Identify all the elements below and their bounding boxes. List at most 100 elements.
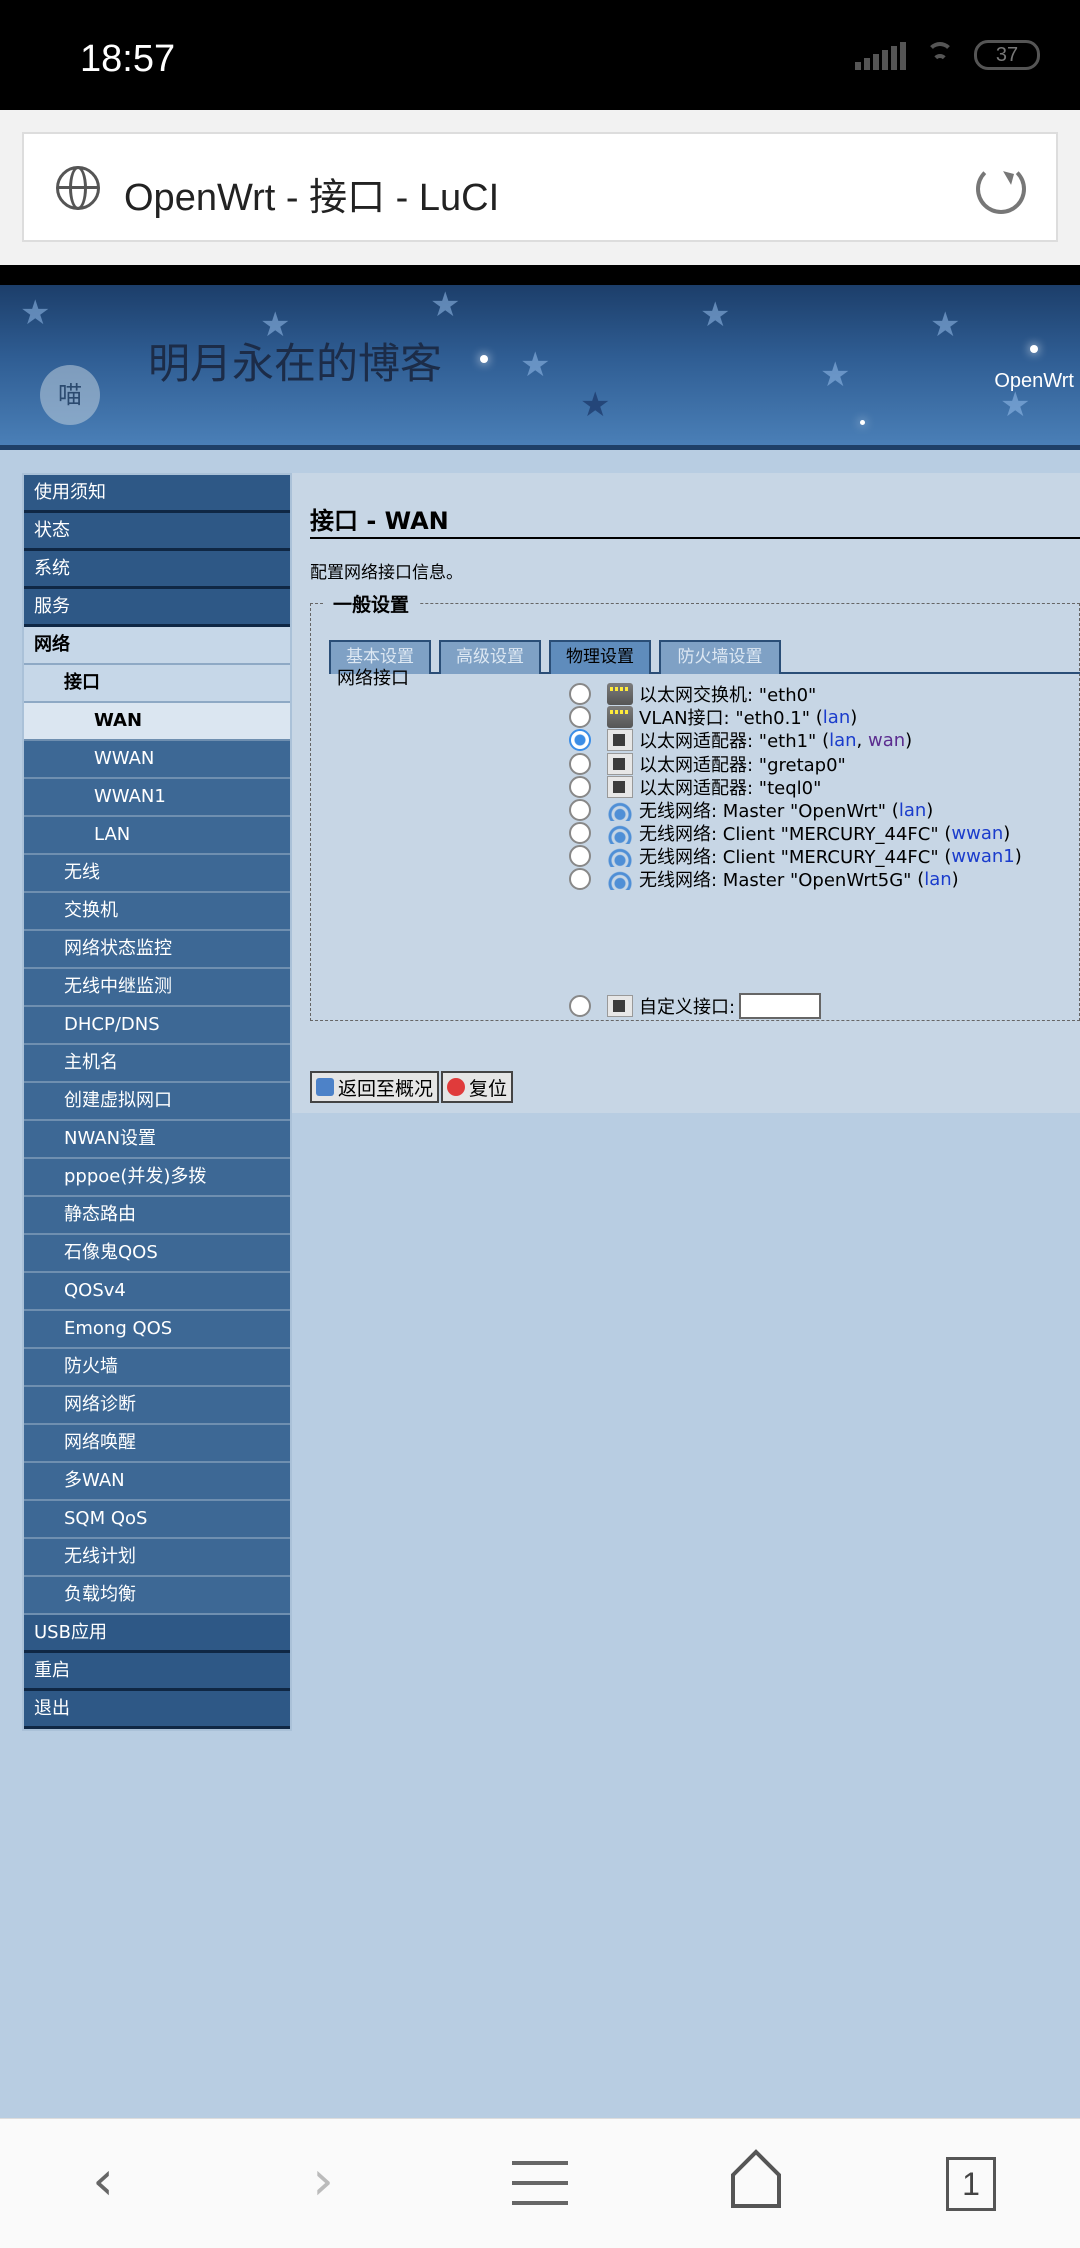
sidebar-item[interactable]: pppoe(并发)多拨 — [24, 1159, 290, 1197]
network-link[interactable]: wan — [868, 730, 905, 751]
blog-title: 明月永在的博客 — [148, 339, 443, 388]
section-legend: 一般设置 — [323, 590, 420, 617]
sidebar-item[interactable]: SQM QoS — [24, 1501, 290, 1539]
clock: 18:57 — [80, 38, 176, 80]
sidebar-item[interactable]: 网络诊断 — [24, 1387, 290, 1425]
sidebar-item[interactable]: 无线计划 — [24, 1539, 290, 1577]
sidebar-item[interactable]: 服务 — [24, 589, 290, 627]
header-banner: ★ ★ ★ ★ ★ ★ ★ ★ ★ 喵 明月永在的博客 OpenWrt — [0, 285, 1080, 450]
sparkle — [480, 355, 488, 363]
custom-interface-label: 自定义接口: — [639, 997, 736, 1018]
sidebar-item[interactable]: Emong QOS — [24, 1311, 290, 1349]
sidebar-item[interactable]: 退出 — [24, 1691, 290, 1729]
browser-bottom-nav: ‹ › 1 — [0, 2118, 1080, 2248]
star-icon: ★ — [820, 355, 851, 395]
menu-icon[interactable] — [512, 2161, 568, 2205]
star-icon: ★ — [520, 345, 551, 385]
page-heading: 接口 - WAN — [310, 507, 449, 535]
sidebar-item[interactable]: 交换机 — [24, 893, 290, 931]
sidebar-item[interactable]: NWAN设置 — [24, 1121, 290, 1159]
back-to-overview-button[interactable]: 返回至概况 — [310, 1071, 440, 1103]
settings-tabs: 基本设置 高级设置 物理设置 防火墙设置 — [329, 640, 1080, 674]
wireless-icon — [607, 868, 633, 890]
network-link[interactable]: wwan1 — [951, 846, 1014, 867]
sparkle — [1030, 345, 1038, 353]
signal-icon — [855, 40, 906, 70]
sidebar-item[interactable]: 主机名 — [24, 1045, 290, 1083]
sidebar-item[interactable]: WAN — [24, 703, 290, 741]
general-settings-section: 一般设置 基本设置 高级设置 物理设置 防火墙设置 网络接口 以太网交换机: "… — [310, 590, 1080, 1021]
back-icon[interactable]: ‹ — [68, 2149, 138, 2219]
network-interface-label: 网络接口 — [337, 668, 409, 689]
sidebar-item[interactable]: 多WAN — [24, 1463, 290, 1501]
reset-button-label: 复位 — [469, 1077, 508, 1100]
main-content: 接口 - WAN 配置网络接口信息。 一般设置 基本设置 高级设置 物理设置 防… — [292, 473, 1080, 1113]
sidebar-item[interactable]: 状态 — [24, 513, 290, 551]
sidebar-item[interactable]: 静态路由 — [24, 1197, 290, 1235]
star-icon: ★ — [580, 385, 611, 425]
sidebar-item[interactable]: 负载均衡 — [24, 1577, 290, 1615]
cat-logo: 喵 — [40, 365, 100, 425]
sidebar-item[interactable]: LAN — [24, 817, 290, 855]
reset-button[interactable]: 复位 — [441, 1071, 514, 1103]
page-body: 使用须知 状态 系统 服务 网络 接口 WAN WWAN WWAN1 LAN 无线 交换机 网络状态监控… — [0, 455, 1080, 2118]
network-link[interactable]: lan — [829, 730, 856, 751]
sidebar-item[interactable]: 重启 — [24, 1653, 290, 1691]
sidebar-item[interactable]: 防火墙 — [24, 1349, 290, 1387]
sidebar-item[interactable]: WWAN — [24, 741, 290, 779]
forward-icon[interactable]: › — [288, 2149, 358, 2219]
interface-radio[interactable] — [569, 729, 591, 751]
network-tags: (lan) — [911, 868, 959, 890]
tab-firewall[interactable]: 防火墙设置 — [659, 640, 781, 674]
wifi-icon — [920, 40, 960, 70]
tab-physical[interactable]: 物理设置 — [549, 640, 651, 674]
sparkle — [860, 420, 865, 425]
network-tags: (lan, wan) — [816, 729, 913, 751]
sidebar-item[interactable]: 创建虚拟网口 — [24, 1083, 290, 1121]
battery-icon: 37 — [974, 40, 1040, 70]
sidebar-menu: 使用须知 状态 系统 服务 网络 接口 WAN WWAN WWAN1 LAN 无线 交换机 网络状态监控… — [22, 473, 292, 1731]
address-bar[interactable]: OpenWrt - 接口 - LuCI — [22, 132, 1058, 242]
status-icons: 37 — [855, 40, 1040, 70]
sidebar-item[interactable]: DHCP/DNS — [24, 1007, 290, 1045]
interface-option[interactable]: 无线网络: Master "OpenWrt5G" (lan) — [569, 864, 959, 894]
status-bar: 18:57 37 — [0, 0, 1080, 110]
network-link[interactable]: lan — [924, 869, 951, 890]
custom-interface-input[interactable] — [739, 993, 822, 1019]
reload-icon[interactable] — [976, 164, 1026, 214]
sidebar-item[interactable]: USB应用 — [24, 1615, 290, 1653]
home-icon[interactable] — [730, 2149, 782, 2209]
interface-label: 无线网络: Master "OpenWrt5G" — [639, 870, 912, 891]
sidebar-item[interactable]: 网络状态监控 — [24, 931, 290, 969]
form-buttons: 返回至概况 复位 — [310, 1071, 514, 1103]
star-icon: ★ — [700, 295, 731, 335]
sidebar-item[interactable]: 接口 — [24, 665, 290, 703]
sidebar-item[interactable]: QOSv4 — [24, 1273, 290, 1311]
reset-icon — [447, 1078, 466, 1096]
sidebar-item[interactable]: 网络唤醒 — [24, 1425, 290, 1463]
sidebar-item[interactable]: 石像鬼QOS — [24, 1235, 290, 1273]
star-icon: ★ — [20, 293, 51, 333]
tabs-count-button[interactable]: 1 — [946, 2157, 996, 2211]
page-description: 配置网络接口信息。 — [310, 563, 463, 583]
tab-advanced[interactable]: 高级设置 — [439, 640, 541, 674]
browser-toolbar: OpenWrt - 接口 - LuCI — [0, 110, 1080, 265]
sidebar-item[interactable]: 使用须知 — [24, 475, 290, 513]
sidebar-item[interactable]: WWAN1 — [24, 779, 290, 817]
sidebar-item[interactable]: 无线中继监测 — [24, 969, 290, 1007]
page-title-text: OpenWrt - 接口 - LuCI — [124, 177, 500, 219]
sidebar-item[interactable]: 无线 — [24, 855, 290, 893]
custom-interface-radio[interactable] — [569, 995, 591, 1017]
sidebar-item[interactable]: 系统 — [24, 551, 290, 589]
brand-label: OpenWrt — [994, 370, 1074, 392]
interface-radio[interactable] — [569, 868, 591, 890]
back-arrow-icon — [316, 1078, 334, 1096]
star-icon: ★ — [430, 285, 461, 325]
ethernet-icon — [607, 995, 633, 1017]
back-button-label: 返回至概况 — [338, 1077, 434, 1100]
sidebar-item[interactable]: 网络 — [24, 627, 290, 665]
heading-divider — [310, 537, 1080, 539]
star-icon: ★ — [930, 305, 961, 345]
custom-interface-option[interactable]: 自定义接口: — [569, 991, 822, 1021]
globe-icon — [56, 166, 100, 210]
